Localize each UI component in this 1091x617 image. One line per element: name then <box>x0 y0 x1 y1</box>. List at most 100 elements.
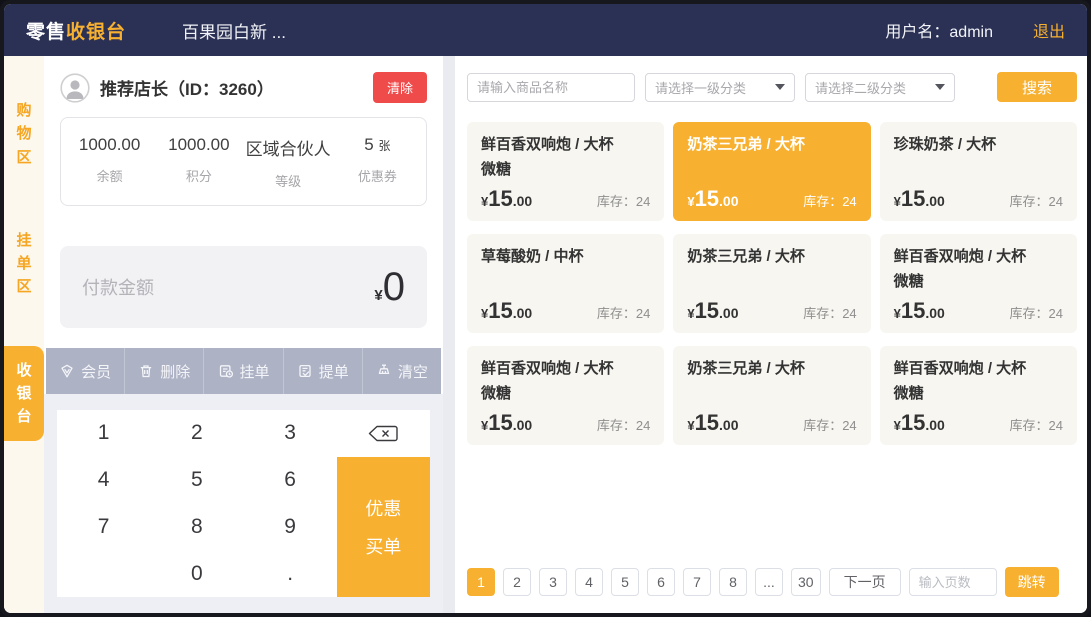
sidebar-tab-cashier[interactable]: 收银台 <box>4 346 44 442</box>
product-card[interactable]: 草莓酸奶 / 中杯 ¥15.00 库存：24 <box>467 234 664 333</box>
product-price: ¥15.00 <box>687 410 738 436</box>
numpad-key-8[interactable]: 8 <box>150 504 243 551</box>
page-button-4[interactable]: 4 <box>575 568 603 596</box>
product-price: ¥15.00 <box>481 186 532 212</box>
discount-pay-button[interactable]: 优惠 买单 <box>337 457 430 597</box>
numpad-key-4[interactable]: 4 <box>57 457 150 504</box>
stat-coupons-label: 优惠券 <box>333 166 422 185</box>
stat-points-value: 1000.00 <box>154 135 243 155</box>
payment-amount-field[interactable]: 付款金额 ¥0 <box>60 246 427 328</box>
price-currency: ¥ <box>894 418 901 433</box>
product-name: 奶茶三兄弟 / 大杯 <box>687 356 856 381</box>
delete-button-label: 删除 <box>160 361 190 382</box>
product-stock: 库存：24 <box>1010 303 1063 322</box>
page-button-30[interactable]: 30 <box>791 568 821 596</box>
numpad-key-7[interactable]: 7 <box>57 504 150 551</box>
hold-order-button[interactable]: 挂单 <box>204 348 283 394</box>
category2-select[interactable]: 请选择二级分类 <box>805 73 955 102</box>
product-stock: 库存：24 <box>803 191 856 210</box>
retrieve-order-button-label: 提单 <box>319 361 349 382</box>
numpad-key-backspace[interactable] <box>337 410 430 457</box>
product-card[interactable]: 鲜百香双响炮 / 大杯 微糖 ¥15.00 库存：24 <box>880 234 1077 333</box>
page-number-input[interactable] <box>909 568 997 596</box>
search-row: 请选择一级分类 请选择二级分类 搜索 <box>467 72 1077 102</box>
product-stock: 库存：24 <box>597 191 650 210</box>
price-currency: ¥ <box>894 194 901 209</box>
sidebar-tab-held-orders-label: 挂单区 <box>17 229 32 299</box>
search-button[interactable]: 搜索 <box>997 72 1077 102</box>
price-int: 15 <box>488 410 512 436</box>
vip-badge-icon <box>59 363 75 379</box>
price-dec: .00 <box>719 193 738 209</box>
numpad-key-1[interactable]: 1 <box>57 410 150 457</box>
product-card[interactable]: 珍珠奶茶 / 大杯 ¥15.00 库存：24 <box>880 122 1077 221</box>
numpad-key-0[interactable]: 0 <box>150 550 243 597</box>
product-card-bottom: ¥15.00 库存：24 <box>481 186 650 212</box>
price-int: 15 <box>488 298 512 324</box>
page-button-7[interactable]: 7 <box>683 568 711 596</box>
clear-member-button[interactable]: 清除 <box>373 72 427 103</box>
page-button-ellipsis[interactable]: ... <box>755 568 783 596</box>
product-card-bottom: ¥15.00 库存：24 <box>481 298 650 324</box>
numpad-key-9[interactable]: 9 <box>244 504 337 551</box>
pagination: 1 2 3 4 5 6 7 8 ... 30 下一页 跳转 <box>467 567 1077 601</box>
sidebar-tab-shopping[interactable]: 购物区 <box>4 86 44 182</box>
page-button-1[interactable]: 1 <box>467 568 495 596</box>
product-card[interactable]: 奶茶三兄弟 / 大杯 ¥15.00 库存：24 <box>673 234 870 333</box>
product-name: 鲜百香双响炮 / 大杯 <box>481 132 650 157</box>
price-dec: .00 <box>925 305 944 321</box>
hold-order-button-label: 挂单 <box>240 361 270 382</box>
numpad-key-dot[interactable]: . <box>244 550 337 597</box>
product-card-bottom: ¥15.00 库存：24 <box>894 298 1063 324</box>
product-name-input[interactable] <box>467 73 635 102</box>
product-card[interactable]: 奶茶三兄弟 / 大杯 ¥15.00 库存：24 <box>673 346 870 445</box>
page-button-6[interactable]: 6 <box>647 568 675 596</box>
price-int: 15 <box>695 298 719 324</box>
price-currency: ¥ <box>687 194 694 209</box>
numpad-key-3[interactable]: 3 <box>244 410 337 457</box>
app-title-accent: 收银台 <box>66 22 126 43</box>
panel-divider <box>443 56 455 613</box>
product-price: ¥15.00 <box>687 298 738 324</box>
product-name: 鲜百香双响炮 / 大杯 <box>481 356 650 381</box>
category1-select[interactable]: 请选择一级分类 <box>645 73 795 102</box>
stat-balance: 1000.00 余额 <box>65 135 154 190</box>
price-int: 15 <box>901 186 925 212</box>
product-card-bottom: ¥15.00 库存：24 <box>687 298 856 324</box>
jump-button[interactable]: 跳转 <box>1005 567 1059 597</box>
product-card-selected[interactable]: 奶茶三兄弟 / 大杯 ¥15.00 库存：24 <box>673 122 870 221</box>
page-button-2[interactable]: 2 <box>503 568 531 596</box>
retrieve-order-button[interactable]: 提单 <box>284 348 363 394</box>
next-page-button[interactable]: 下一页 <box>829 568 901 596</box>
delete-button[interactable]: 删除 <box>125 348 204 394</box>
sidebar-tab-held-orders[interactable]: 挂单区 <box>4 216 44 312</box>
product-price: ¥15.00 <box>894 298 945 324</box>
numpad-key-2[interactable]: 2 <box>150 410 243 457</box>
product-card[interactable]: 鲜百香双响炮 / 大杯 微糖 ¥15.00 库存：24 <box>880 346 1077 445</box>
numpad-key-5[interactable]: 5 <box>150 457 243 504</box>
numpad-key-6[interactable]: 6 <box>244 457 337 504</box>
price-currency: ¥ <box>481 418 488 433</box>
product-stock: 库存：24 <box>803 415 856 434</box>
clear-all-button[interactable]: 清空 <box>363 348 441 394</box>
product-card-bottom: ¥15.00 库存：24 <box>481 410 650 436</box>
product-name-line2: 微糖 <box>894 381 1063 406</box>
page-button-3[interactable]: 3 <box>539 568 567 596</box>
chevron-down-icon <box>775 84 785 90</box>
product-card[interactable]: 鲜百香双响炮 / 大杯 微糖 ¥15.00 库存：24 <box>467 122 664 221</box>
product-card[interactable]: 鲜百香双响炮 / 大杯 微糖 ¥15.00 库存：24 <box>467 346 664 445</box>
app-window: 零售收银台 百果园白新 ... 用户名：admin 退出 购物区 挂单区 收银台 <box>0 0 1091 617</box>
store-name[interactable]: 百果园白新 ... <box>182 18 286 43</box>
member-name: 推荐店长（ID：3260） <box>100 75 274 100</box>
price-dec: .00 <box>513 417 532 433</box>
page-button-5[interactable]: 5 <box>611 568 639 596</box>
price-dec: .00 <box>719 417 738 433</box>
price-int: 15 <box>695 410 719 436</box>
stat-coupons: 5 张 优惠券 <box>333 135 422 190</box>
member-button[interactable]: 会员 <box>46 348 125 394</box>
stat-balance-label: 余额 <box>65 166 154 185</box>
logout-button[interactable]: 退出 <box>1033 18 1065 42</box>
stat-balance-value: 1000.00 <box>65 135 154 155</box>
page-button-8[interactable]: 8 <box>719 568 747 596</box>
stat-points: 1000.00 积分 <box>154 135 243 190</box>
